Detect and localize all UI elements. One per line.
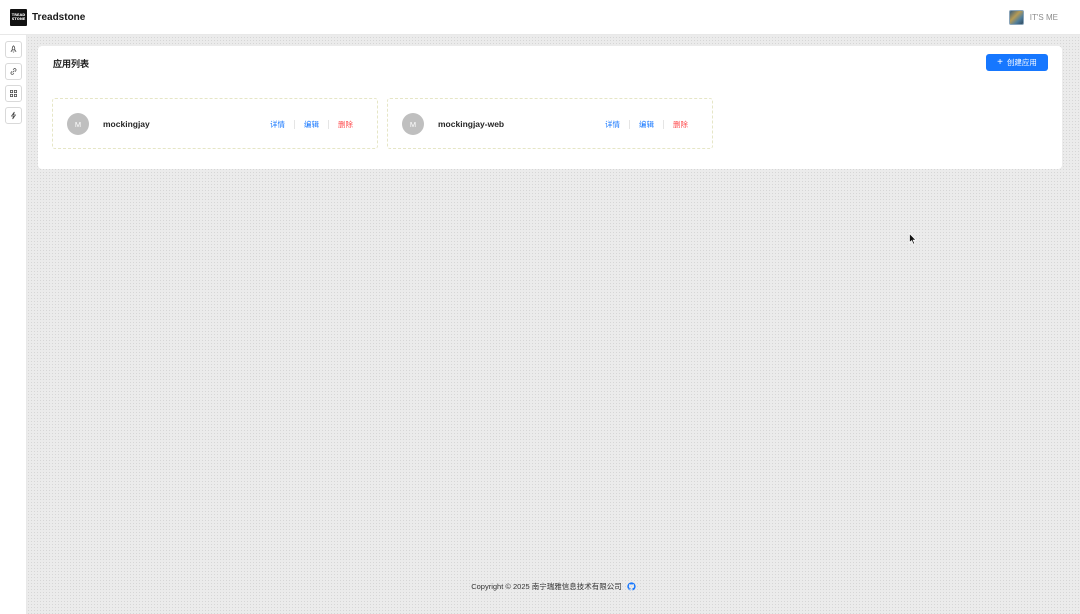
page-title: 应用列表 — [53, 59, 90, 69]
user-name[interactable]: IT'S ME — [1030, 13, 1058, 22]
app-actions: 详情 编辑 删除 — [605, 119, 688, 130]
app-actions: 详情 编辑 删除 — [270, 119, 353, 130]
detail-link[interactable]: 详情 — [270, 119, 285, 130]
detail-link[interactable]: 详情 — [605, 119, 620, 130]
treadstone-logo[interactable]: TREAD STONE — [10, 8, 27, 26]
grid-icon — [10, 90, 17, 97]
sidebar-rocket-button[interactable] — [5, 41, 22, 58]
create-app-label: 创建应用 — [1006, 58, 1037, 67]
user-menu[interactable]: IT'S ME — [1008, 9, 1058, 25]
app-card[interactable]: M mockingjay 详情 编辑 删除 — [52, 98, 378, 149]
copyright-text: Copyright © 2025 南宁瑞雅信息技术有限公司 — [471, 582, 622, 591]
create-app-button[interactable]: + 创建应用 — [986, 54, 1048, 71]
app-avatar: M — [67, 113, 89, 135]
github-icon[interactable] — [627, 582, 636, 591]
app-name[interactable]: mockingjay — [103, 119, 150, 129]
sidebar-grid-button[interactable] — [5, 85, 22, 102]
bolt-icon — [10, 111, 17, 120]
mouse-cursor-icon — [909, 233, 917, 245]
edit-link[interactable]: 编辑 — [639, 119, 654, 130]
plus-icon: + — [997, 56, 1003, 68]
divider — [328, 120, 329, 129]
logo-line2: STONE — [11, 17, 26, 21]
sidebar-bolt-button[interactable] — [5, 107, 22, 124]
sidebar-link-button[interactable] — [5, 63, 22, 80]
app-list-card: 应用列表 + 创建应用 M mockingjay 详情 编辑 删除 M mock… — [38, 46, 1062, 169]
edit-link[interactable]: 编辑 — [304, 119, 319, 130]
rocket-icon — [10, 45, 17, 53]
app-avatar: M — [402, 113, 424, 135]
footer: Copyright © 2025 南宁瑞雅信息技术有限公司 — [27, 581, 1080, 592]
app-name[interactable]: mockingjay-web — [438, 119, 504, 129]
link-icon — [10, 68, 17, 75]
divider — [629, 120, 630, 129]
top-header: TREAD STONE Treadstone IT'S ME — [0, 0, 1080, 35]
user-avatar[interactable] — [1008, 9, 1024, 25]
sidebar — [0, 35, 27, 614]
delete-link[interactable]: 删除 — [673, 119, 688, 130]
divider — [294, 120, 295, 129]
app-title: Treadstone — [32, 11, 86, 23]
app-card[interactable]: M mockingjay-web 详情 编辑 删除 — [387, 98, 713, 149]
divider — [663, 120, 664, 129]
delete-link[interactable]: 删除 — [338, 119, 353, 130]
